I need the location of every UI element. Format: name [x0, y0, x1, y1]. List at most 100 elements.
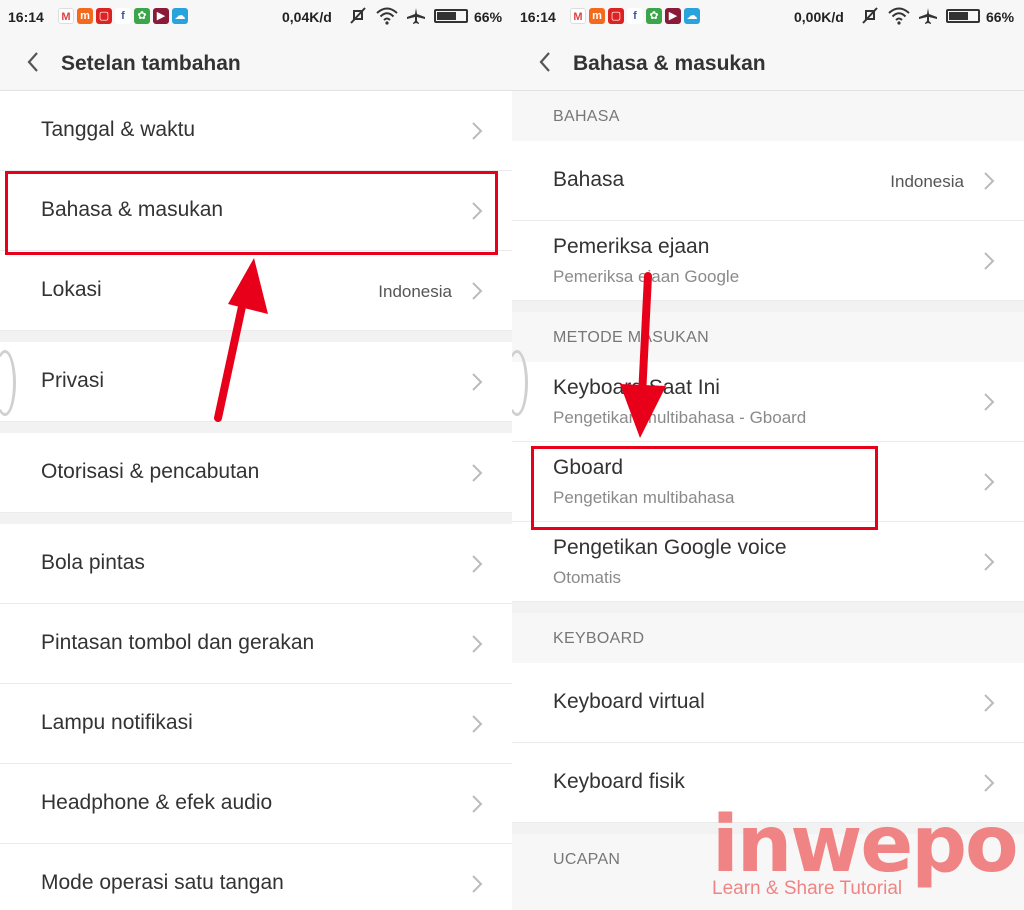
divider — [512, 301, 1024, 312]
item-privasi[interactable]: Privasi — [0, 342, 512, 422]
divider — [0, 422, 512, 433]
item-label: Mode operasi satu tangan — [41, 871, 284, 894]
item-bola-pintas[interactable]: Bola pintas — [0, 524, 512, 604]
chevron-right-icon — [984, 694, 995, 712]
item-pintasan[interactable]: Pintasan tombol dan gerakan — [0, 604, 512, 684]
gmail-icon: M — [570, 8, 586, 24]
item-label: Keyboard Saat Ini — [553, 376, 720, 399]
item-subtitle: Otomatis — [553, 568, 622, 587]
system-icons — [860, 7, 980, 25]
item-label: Bola pintas — [41, 551, 145, 574]
page-title: Bahasa & masukan — [573, 52, 766, 75]
item-label: Lampu notifikasi — [41, 711, 193, 734]
network-speed: 0,00K/d — [794, 9, 844, 25]
section-label: BAHASA — [553, 108, 620, 125]
item-google-voice[interactable]: Pengetikan Google voice Otomatis — [512, 522, 1024, 602]
item-label: Pemeriksa ejaan — [553, 235, 710, 258]
facebook-icon: f — [115, 8, 131, 24]
item-bahasa-masukan[interactable]: Bahasa & masukan — [0, 171, 512, 251]
right-screen: 16:14 M m ▢ f ✿ ▶ ☁ 0,00K/d 66% Bahasa &… — [512, 0, 1024, 910]
item-pemeriksa-ejaan[interactable]: Pemeriksa ejaan Pemeriksa ejaan Google — [512, 221, 1024, 301]
item-keyboard-fisik[interactable]: Keyboard fisik — [512, 743, 1024, 823]
airplane-icon — [407, 8, 425, 24]
back-arrow-icon[interactable] — [534, 50, 558, 74]
item-label: Lokasi — [41, 278, 102, 301]
chevron-right-icon — [472, 282, 483, 300]
item-subtitle: Pemeriksa ejaan Google — [553, 267, 740, 286]
chevron-right-icon — [472, 202, 483, 220]
photos-icon: ✿ — [134, 8, 150, 24]
chevron-right-icon — [472, 555, 483, 573]
facebook-icon: f — [627, 8, 643, 24]
item-mode-satu-tangan[interactable]: Mode operasi satu tangan — [0, 844, 512, 910]
mute-icon — [350, 7, 366, 24]
item-bahasa[interactable]: Bahasa Indonesia — [512, 141, 1024, 221]
item-otorisasi[interactable]: Otorisasi & pencabutan — [0, 433, 512, 513]
status-bar: 16:14 M m ▢ f ✿ ▶ ☁ 0,00K/d 66% — [512, 0, 1024, 36]
airplane-icon — [919, 8, 937, 24]
item-subtitle: Pengetikan multibahasa — [553, 488, 735, 507]
youtube-icon: ▶ — [153, 8, 169, 24]
gmail-icon: M — [58, 8, 74, 24]
notification-icons: M m ▢ f ✿ ▶ ☁ — [58, 8, 188, 24]
chevron-right-icon — [472, 795, 483, 813]
item-label: Otorisasi & pencabutan — [41, 460, 260, 483]
chevron-right-icon — [984, 172, 995, 190]
item-label: Privasi — [41, 369, 105, 392]
chevron-right-icon — [984, 473, 995, 491]
wifi-icon — [888, 7, 910, 25]
item-label: Keyboard virtual — [553, 690, 705, 713]
section-label: METODE MASUKAN — [553, 329, 709, 346]
chevron-right-icon — [984, 393, 995, 411]
item-gboard[interactable]: Gboard Pengetikan multibahasa — [512, 442, 1024, 522]
item-label: Gboard — [553, 456, 624, 479]
item-label: Pengetikan Google voice — [553, 536, 787, 559]
item-lampu-notifikasi[interactable]: Lampu notifikasi — [0, 684, 512, 764]
chevron-right-icon — [472, 373, 483, 391]
page-title: Setelan tambahan — [61, 52, 241, 75]
divider — [512, 602, 1024, 613]
app-icon: ▢ — [96, 8, 112, 24]
app-icon: ▢ — [608, 8, 624, 24]
item-label: Tanggal & waktu — [41, 118, 196, 141]
back-arrow-icon[interactable] — [22, 50, 46, 74]
item-lokasi[interactable]: Lokasi Indonesia — [0, 251, 512, 331]
divider — [0, 513, 512, 524]
status-time: 16:14 — [520, 9, 556, 25]
battery-icon — [434, 9, 468, 23]
section-label: KEYBOARD — [553, 630, 645, 647]
section-header-ucapan: UCAPAN — [512, 834, 1024, 884]
app-header: Setelan tambahan — [0, 36, 512, 91]
section-header-keyboard: KEYBOARD — [512, 613, 1024, 663]
item-keyboard-saat-ini[interactable]: Keyboard Saat Ini Pengetikan multibahasa… — [512, 362, 1024, 442]
chevron-right-icon — [984, 252, 995, 270]
chevron-right-icon — [984, 553, 995, 571]
battery-icon — [946, 9, 980, 23]
mute-icon — [862, 7, 878, 24]
chevron-right-icon — [472, 875, 483, 893]
chevron-right-icon — [472, 715, 483, 733]
mi-icon: m — [77, 8, 93, 24]
item-label: Headphone & efek audio — [41, 791, 273, 814]
item-value: Indonesia — [890, 172, 964, 191]
item-label: Keyboard fisik — [553, 770, 685, 793]
youtube-icon: ▶ — [665, 8, 681, 24]
mi-icon: m — [589, 8, 605, 24]
item-value: Indonesia — [378, 282, 452, 301]
item-headphone[interactable]: Headphone & efek audio — [0, 764, 512, 844]
item-label: Bahasa & masukan — [41, 198, 224, 221]
section-label: UCAPAN — [553, 851, 621, 868]
divider — [0, 331, 512, 342]
item-tanggal-waktu[interactable]: Tanggal & waktu — [0, 91, 512, 171]
network-speed: 0,04K/d — [282, 9, 332, 25]
status-bar: 16:14 M m ▢ f ✿ ▶ ☁ 0,04K/d 66% — [0, 0, 512, 36]
chevron-right-icon — [472, 122, 483, 140]
chevron-right-icon — [984, 774, 995, 792]
photos-icon: ✿ — [646, 8, 662, 24]
item-keyboard-virtual[interactable]: Keyboard virtual — [512, 663, 1024, 743]
divider — [512, 823, 1024, 834]
section-header-bahasa: BAHASA — [512, 91, 1024, 141]
chevron-right-icon — [472, 464, 483, 482]
settings-list: BAHASA Bahasa Indonesia Pemeriksa ejaan … — [512, 91, 1024, 884]
app-header: Bahasa & masukan — [512, 36, 1024, 91]
